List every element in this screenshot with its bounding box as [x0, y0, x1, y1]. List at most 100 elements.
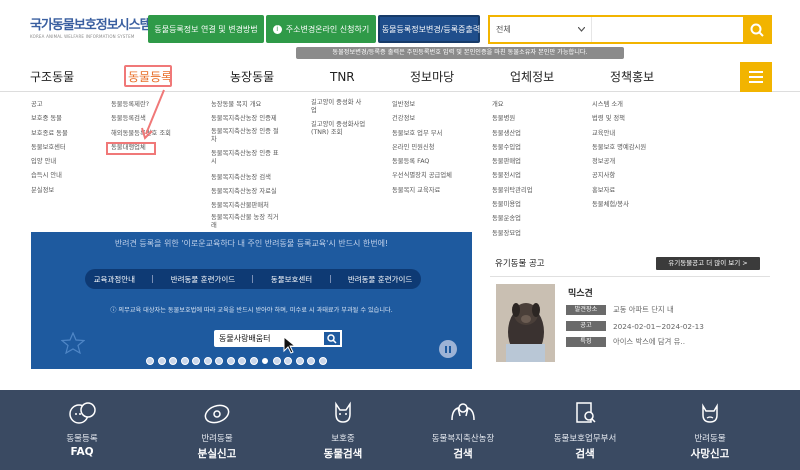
menu-item[interactable]: 교육안내	[592, 128, 646, 142]
menu-item[interactable]: 동물보호센터	[31, 142, 68, 156]
banner-top-text: 반려견 등록을 위한 '이로운교육하다 내 주인 반려동물 등록교육'시 반드시…	[114, 239, 389, 248]
hands-icon	[451, 403, 475, 421]
menu-item[interactable]: 동물수입업	[492, 142, 533, 156]
menu-item[interactable]: 길고양이 중성화 사업	[311, 99, 366, 115]
menu-item[interactable]: 개요	[492, 99, 533, 113]
menu-item[interactable]: 동물체험/봉사	[592, 199, 646, 213]
menu-button[interactable]	[740, 62, 772, 92]
menu-item[interactable]: 동물운송업	[492, 213, 533, 227]
menu-col-policy: 시스템 소개 법령 및 정책 교육안내 동물보호 명예감시원 정보공개 공지사항…	[592, 99, 646, 213]
menu-item[interactable]: 길고양이 중성화사업(TNR) 조회	[311, 121, 366, 137]
carousel-dot[interactable]	[249, 357, 258, 365]
menu-col-tnr: 길고양이 중성화 사업 길고양이 중성화사업(TNR) 조회	[311, 99, 366, 143]
animal-photo[interactable]	[496, 284, 555, 362]
menu-col-business: 개요 동물병원 동물생산업 동물수입업 동물판매업 동물전시업 동물위탁관리업 …	[492, 99, 533, 242]
quick-welfare-farm-search[interactable]: 동물복지축산농장 검색	[408, 390, 518, 470]
carousel-dot[interactable]	[284, 357, 292, 365]
menu-item[interactable]: 동물보호 명예감시원	[592, 142, 646, 156]
menu-item[interactable]: 우선식별장치 공급업체	[392, 170, 452, 184]
menu-item[interactable]: 동물복지축산농장 검색	[211, 172, 281, 186]
search-button[interactable]	[743, 16, 770, 43]
menu-item[interactable]: 동물보호 업무 부서	[392, 128, 452, 142]
menu-item[interactable]: 동물복지축산물 농장 직거래	[211, 214, 281, 230]
menu-item[interactable]: 정보공개	[592, 156, 646, 170]
site-logo[interactable]: 국가동물보호정보시스템 KOREA ANIMAL WELFARE INFORMA…	[30, 14, 152, 39]
menu-item[interactable]: 일반정보	[392, 99, 452, 113]
menu-item[interactable]: 동물복지축산농장 인증 절차	[211, 128, 281, 144]
pill-course-info[interactable]: 교육과정안내	[94, 274, 135, 285]
carousel-dot[interactable]	[272, 357, 281, 365]
menu-item[interactable]: 입양 안내	[31, 156, 68, 170]
carousel-dot[interactable]	[226, 357, 235, 365]
search-icon	[750, 23, 764, 37]
search-scope-value: 전체	[496, 25, 511, 34]
carousel-dot[interactable]	[169, 357, 177, 365]
menu-item[interactable]: 보호중 동물	[31, 113, 68, 127]
carousel-dot-active[interactable]	[261, 357, 269, 365]
pill-protection-center[interactable]: 동물보호센터	[271, 274, 312, 285]
carousel-dot[interactable]	[295, 357, 304, 365]
menu-item[interactable]: 동물복지축산물판매처	[211, 200, 281, 214]
quick-faq[interactable]: 동물등록 FAQ	[27, 390, 137, 470]
carousel-dot[interactable]	[192, 357, 200, 365]
menu-item[interactable]: 동물복지축산농장 인증 표시	[211, 150, 281, 166]
menu-item[interactable]: 농장동물 복지 개요	[211, 99, 281, 113]
menu-item[interactable]: 동물병원	[492, 113, 533, 127]
carousel-dot[interactable]	[146, 357, 154, 365]
menu-item[interactable]: 법령 및 정책	[592, 113, 646, 127]
animal-name: 믹스견	[568, 289, 593, 299]
pause-button[interactable]	[439, 340, 457, 358]
info-row-location: 발견장소 교동 아파트 단지 내	[566, 304, 674, 316]
search-input[interactable]	[592, 17, 743, 42]
info-change-button[interactable]: 동물등록정보변경/등록증출력	[378, 15, 480, 43]
carousel-dot[interactable]	[180, 357, 189, 365]
address-change-button[interactable]: i 주소변경온라인 신청하기	[266, 15, 376, 43]
banner-search-button[interactable]	[322, 330, 342, 347]
pill-training-guide-2[interactable]: 반려동물 훈련가이드	[348, 274, 412, 285]
quick-label-1: 반려동물	[694, 434, 726, 444]
menu-item[interactable]: 보호종료 동물	[31, 128, 68, 142]
menu-item[interactable]: 동물미용업	[492, 199, 533, 213]
highlight-box	[106, 142, 156, 155]
carousel-dot[interactable]	[238, 357, 246, 365]
search-bar: 전체	[488, 15, 772, 44]
menu-item[interactable]: 시스템 소개	[592, 99, 646, 113]
pill-training-guide[interactable]: 반려동물 훈련가이드	[171, 274, 235, 285]
menu-item[interactable]: 동물장묘업	[492, 228, 533, 242]
quick-department-search[interactable]: 동물보호업무부서 검색	[530, 390, 640, 470]
menu-col-rescued: 공고 보호중 동물 보호종료 동물 동물보호센터 입양 안내 습득시 안내 분실…	[31, 99, 68, 199]
notice-banner: 동물정보변경/등록증 출력은 주민등록번호 입력 및 본인인증을 마친 동물소유…	[296, 47, 624, 59]
adoption-title: 유기동물 공고	[495, 259, 545, 269]
carousel-dot[interactable]	[215, 357, 223, 365]
adoption-more-button[interactable]: 유기동물공고 더 많이 보기 >	[656, 257, 760, 270]
menu-item[interactable]: 건강정보	[392, 113, 452, 127]
menu-item[interactable]: 온라인 민원신청	[392, 142, 452, 156]
menu-item[interactable]: 동물복지축산농장 자료실	[211, 186, 281, 200]
info-tag: 발견장소	[566, 305, 606, 315]
cursor-icon	[283, 336, 297, 354]
quick-lost-report[interactable]: 반려동물 분실신고	[162, 390, 272, 470]
menu-item[interactable]: 홍보자료	[592, 185, 646, 199]
menu-item[interactable]: 공지사항	[592, 170, 646, 184]
search-scope-select[interactable]: 전체	[490, 17, 592, 42]
menu-item[interactable]: 공고	[31, 99, 68, 113]
registration-link-button[interactable]: 동물등록정보 연결 및 변경방법	[148, 15, 264, 43]
menu-item[interactable]: 동물생산업	[492, 128, 533, 142]
menu-item[interactable]: 동물판매업	[492, 156, 533, 170]
menu-item[interactable]: 습득시 안내	[31, 170, 68, 184]
carousel-dot[interactable]	[203, 357, 212, 365]
menu-item[interactable]: 동물복지 교육자료	[392, 185, 452, 199]
quick-menu-bar: 동물등록 FAQ 반려동물 분실신고 보호중 동물검색 동물복지축산농장 검색 …	[0, 390, 800, 470]
menu-item[interactable]: 동물복지축산농장 인증제	[211, 113, 281, 127]
menu-item[interactable]: 동물위탁관리업	[492, 185, 533, 199]
menu-col-info: 일반정보 건강정보 동물보호 업무 부서 온라인 민원신청 동물등록 FAQ 우…	[392, 99, 452, 199]
quick-protected-search[interactable]: 보호중 동물검색	[288, 390, 398, 470]
carousel-dot[interactable]	[318, 357, 327, 365]
menu-item[interactable]: 동물전시업	[492, 170, 533, 184]
carousel-dot[interactable]	[307, 357, 315, 365]
quick-death-report[interactable]: 반려동물 사망신고	[655, 390, 765, 470]
banner-search-input[interactable]: 동물사랑배움터	[214, 333, 322, 344]
menu-item[interactable]: 동물등록 FAQ	[392, 156, 452, 170]
carousel-dot[interactable]	[157, 357, 166, 365]
menu-item[interactable]: 분실정보	[31, 185, 68, 199]
